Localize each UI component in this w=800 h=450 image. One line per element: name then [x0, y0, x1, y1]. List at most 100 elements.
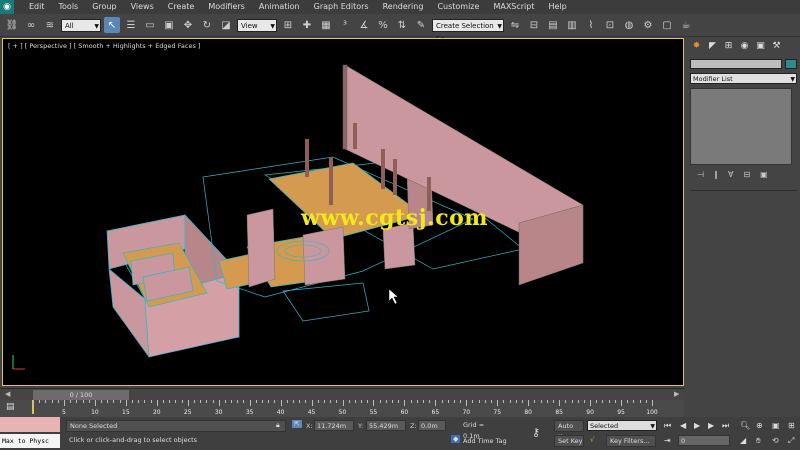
render-production-icon[interactable]: ☕ — [678, 17, 694, 33]
modify-tab-icon[interactable]: ◤ — [706, 40, 719, 52]
move-icon[interactable]: ✥ — [180, 17, 196, 33]
align-icon[interactable]: ⊟ — [526, 17, 542, 33]
maxscript-output[interactable]: Max to Physc — [0, 434, 60, 448]
layer-manager-icon[interactable]: ▤ — [545, 17, 561, 33]
keyboard-shortcut-icon[interactable]: ▦ — [318, 17, 334, 33]
rectangular-selection-icon[interactable]: ▭ — [142, 17, 158, 33]
display-tab-icon[interactable]: ▣ — [754, 40, 767, 52]
remove-modifier-icon[interactable]: ⊟ — [743, 170, 750, 179]
go-to-start-icon[interactable]: ⏮ — [664, 421, 671, 431]
perspective-viewport[interactable]: [ + ] [ Perspective ] [ Smooth + Highlig… — [2, 38, 684, 386]
edit-named-selection-icon[interactable]: ✎ — [413, 17, 429, 33]
link-icon[interactable]: ⛓ — [4, 17, 20, 33]
render-setup-icon[interactable]: ⚙ — [640, 17, 656, 33]
rotate-icon[interactable]: ↻ — [199, 17, 215, 33]
field-of-view-icon[interactable]: ◢ — [740, 436, 746, 445]
rendered-frame-window-icon[interactable]: ▢ — [659, 17, 675, 33]
go-to-end-icon[interactable]: ⏭ — [722, 421, 729, 431]
schematic-view-icon[interactable]: ⊡ — [602, 17, 618, 33]
app-logo-icon[interactable]: ◉ — [0, 0, 14, 14]
maximize-viewport-icon[interactable]: ⤢ — [788, 436, 794, 446]
mirror-icon[interactable]: ⇋ — [507, 17, 523, 33]
utilities-tab-icon[interactable]: ⚒ — [770, 40, 783, 52]
ruler-tick — [175, 400, 177, 403]
zoom-icon[interactable]: 🔍︎ — [740, 421, 750, 430]
menu-graph-editors[interactable]: Graph Editors — [307, 0, 376, 14]
percent-snap-icon[interactable]: % — [375, 17, 391, 33]
y-coordinate-field[interactable]: 55.429m — [366, 420, 406, 431]
maxscript-listener[interactable] — [0, 417, 60, 432]
time-prev-arrow-icon[interactable]: ◀ — [5, 390, 10, 398]
set-key-icon[interactable]: ⚷ — [532, 426, 540, 439]
modifier-list-dropdown[interactable]: Modifier List ▼ — [690, 73, 797, 84]
time-next-arrow-icon[interactable]: ▶ — [674, 390, 679, 398]
menu-tools[interactable]: Tools — [52, 0, 86, 14]
pin-stack-icon[interactable]: ⊣ — [697, 170, 704, 179]
menu-modifiers[interactable]: Modifiers — [201, 0, 252, 14]
auto-key-button[interactable]: Auto Key — [554, 420, 584, 441]
x-coordinate-field[interactable]: 11.724m — [314, 420, 354, 431]
configure-modifier-sets-icon[interactable]: ▣ — [760, 170, 768, 179]
next-frame-icon[interactable]: ▶ — [708, 421, 714, 430]
time-tag-icon[interactable]: ◆ — [451, 435, 461, 443]
ruler-tick — [472, 400, 474, 403]
material-editor-icon[interactable]: ◍ — [621, 17, 637, 33]
menu-customize[interactable]: Customize — [430, 0, 486, 14]
time-slider[interactable]: 0 / 100 — [33, 390, 129, 400]
bind-space-warp-icon[interactable]: ≋ — [42, 17, 58, 33]
pan-view-icon[interactable]: ✋︎ — [756, 436, 761, 446]
menu-group[interactable]: Group — [85, 0, 123, 14]
unlink-icon[interactable]: ∞ — [23, 17, 39, 33]
timeline-ruler[interactable]: ▤ 5 10 15 20 25 30 35 40 45 50 55 60 65 70 75 80 85 90 95 1… — [0, 400, 684, 417]
named-selection-dropdown[interactable]: Create Selection Se▼ — [432, 18, 504, 43]
menu-create[interactable]: Create — [161, 0, 202, 14]
pivot-center-icon[interactable]: ⊞ — [280, 17, 296, 33]
orbit-icon[interactable]: ⟲ — [772, 436, 779, 445]
spinner-snap-icon[interactable]: ⇅ — [394, 17, 410, 33]
modifier-stack[interactable] — [690, 88, 792, 165]
curve-editor-icon[interactable]: ⌇ — [583, 17, 599, 33]
select-manipulate-icon[interactable]: ✚ — [299, 17, 315, 33]
play-icon[interactable]: ▶ — [694, 421, 700, 430]
default-tangents-icon[interactable]: √ — [590, 436, 594, 444]
select-object-icon[interactable]: ↖ — [104, 17, 120, 33]
menu-help[interactable]: Help — [542, 0, 574, 14]
make-unique-icon[interactable]: ∀ — [728, 170, 733, 179]
select-by-name-icon[interactable]: ☰ — [123, 17, 139, 33]
snaps-toggle-icon[interactable]: ³ — [337, 17, 353, 33]
window-crossing-icon[interactable]: ▣ — [161, 17, 177, 33]
add-time-tag-button[interactable]: Add Time Tag — [460, 436, 520, 448]
zoom-extents-all-icon[interactable]: ⊞ — [788, 421, 795, 430]
create-tab-icon[interactable]: ✸ — [690, 40, 703, 52]
zoom-all-icon[interactable]: ⊕ — [756, 421, 763, 430]
show-end-result-icon[interactable]: ‖ — [714, 170, 718, 179]
ruler-label: 55 — [369, 409, 378, 416]
menu-rendering[interactable]: Rendering — [376, 0, 431, 14]
z-coordinate-field[interactable]: 0.0m — [418, 420, 446, 431]
menu-edit[interactable]: Edit — [22, 0, 52, 14]
key-mode-dropdown[interactable]: Selected ▼ — [587, 420, 657, 431]
object-color-swatch[interactable] — [785, 59, 797, 69]
ruler-tick — [113, 400, 115, 403]
scale-icon[interactable]: ◪ — [218, 17, 234, 33]
mini-curve-editor-icon[interactable]: ▤ — [6, 402, 15, 412]
selection-filter-dropdown[interactable]: All ▼ — [61, 18, 101, 32]
hierarchy-tab-icon[interactable]: ⊞ — [722, 40, 735, 52]
graphite-tools-icon[interactable]: ▥ — [564, 17, 580, 33]
previous-frame-icon[interactable]: ◀ — [680, 421, 686, 430]
current-frame-field[interactable]: 0 — [678, 435, 730, 446]
object-name-field[interactable] — [690, 59, 782, 69]
reference-coordinate-dropdown[interactable]: View ▼ — [237, 18, 277, 32]
key-mode-toggle-icon[interactable]: ⇥ — [664, 436, 671, 445]
absolute-transform-icon[interactable]: ⇱ — [292, 420, 302, 428]
angle-snap-icon[interactable]: ∡ — [356, 17, 372, 33]
ruler-tick — [540, 400, 542, 403]
menu-animation[interactable]: Animation — [252, 0, 307, 14]
motion-tab-icon[interactable]: ◉ — [738, 40, 751, 52]
lock-selection-icon[interactable]: 🔒︎ — [276, 421, 280, 430]
key-filters-button[interactable]: Key Filters... — [606, 435, 656, 447]
zoom-extents-icon[interactable]: ▣ — [772, 421, 780, 430]
set-key-button[interactable]: Set Key — [554, 435, 584, 447]
menu-views[interactable]: Views — [124, 0, 161, 14]
menu-maxscript[interactable]: MAXScript — [486, 0, 541, 14]
